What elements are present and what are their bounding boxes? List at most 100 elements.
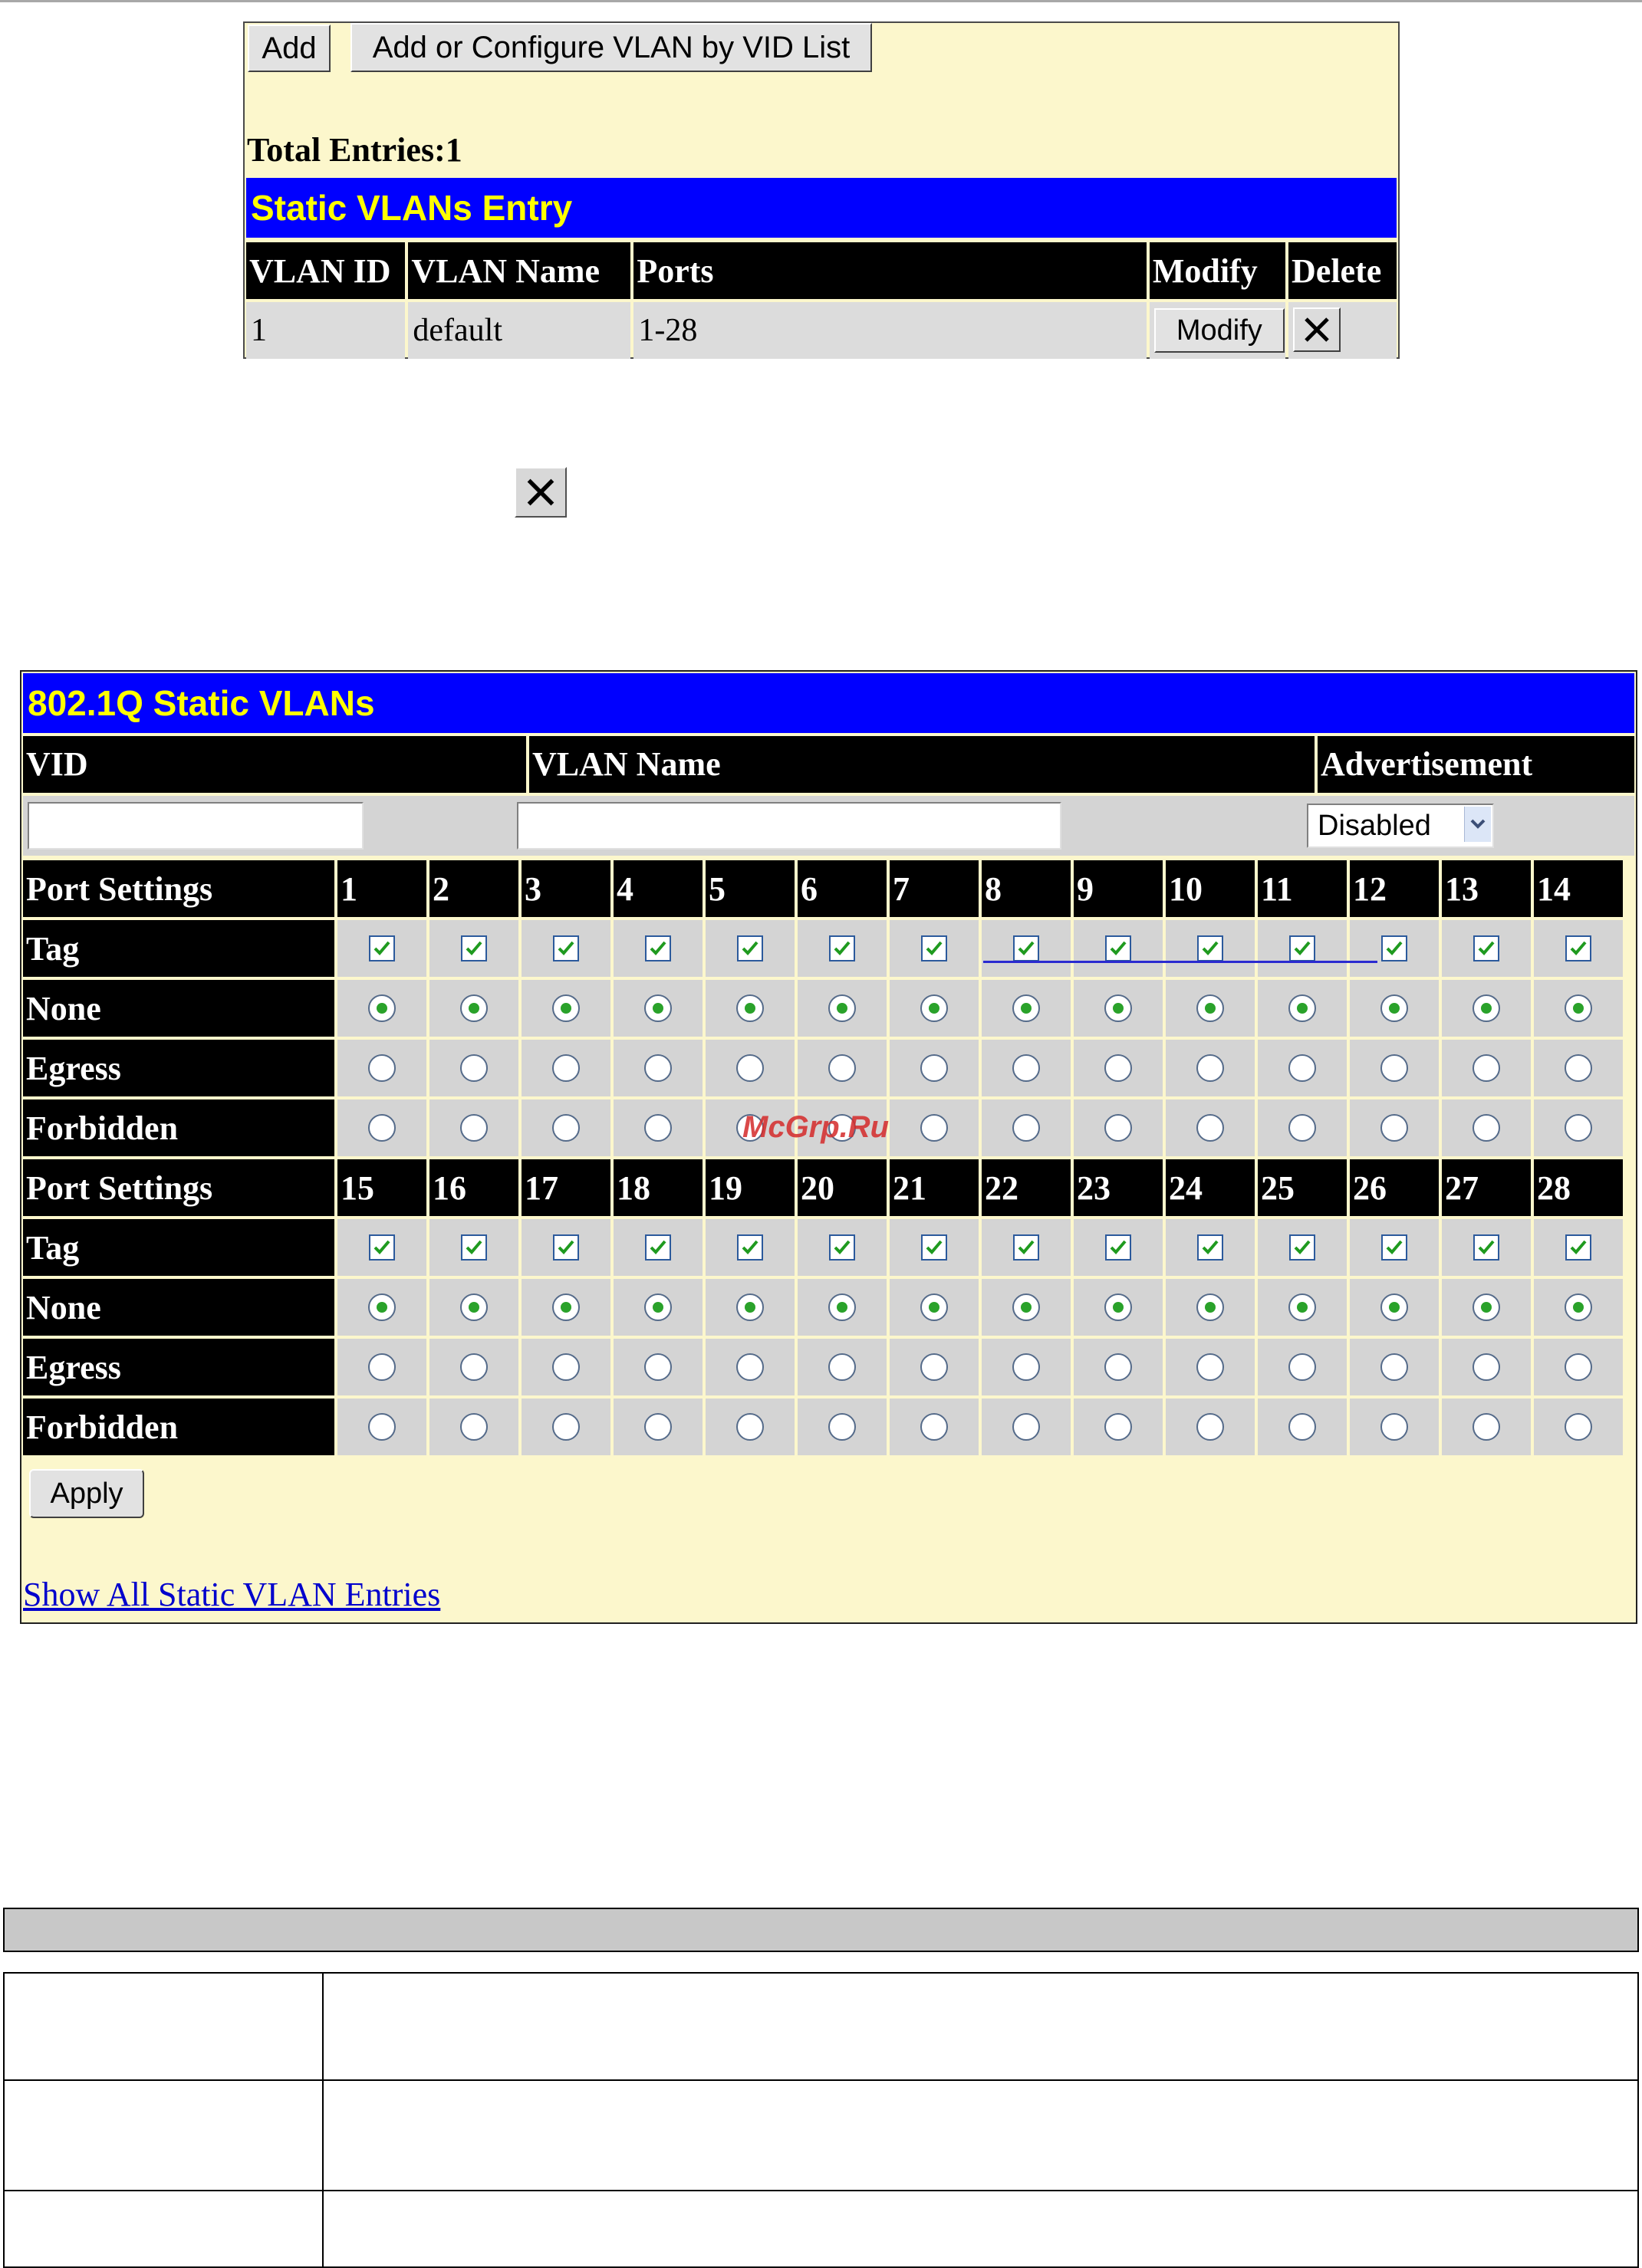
tag-checkbox[interactable] xyxy=(1013,935,1039,961)
chevron-down-icon[interactable] xyxy=(1464,807,1491,842)
egress-radio[interactable] xyxy=(460,1054,488,1082)
forbidden-radio[interactable] xyxy=(920,1114,948,1142)
egress-radio[interactable] xyxy=(828,1353,856,1381)
none-radio[interactable] xyxy=(828,1293,856,1321)
none-radio[interactable] xyxy=(920,994,948,1022)
none-radio[interactable] xyxy=(368,1293,396,1321)
none-radio[interactable] xyxy=(736,994,764,1022)
forbidden-radio[interactable] xyxy=(1104,1114,1132,1142)
none-radio[interactable] xyxy=(552,1293,580,1321)
forbidden-radio[interactable] xyxy=(644,1114,672,1142)
forbidden-radio[interactable] xyxy=(1565,1114,1592,1142)
forbidden-radio[interactable] xyxy=(920,1413,948,1441)
egress-radio[interactable] xyxy=(920,1353,948,1381)
forbidden-radio[interactable] xyxy=(828,1413,856,1441)
tag-checkbox[interactable] xyxy=(829,935,855,961)
none-radio[interactable] xyxy=(920,1293,948,1321)
egress-radio[interactable] xyxy=(920,1054,948,1082)
none-radio[interactable] xyxy=(1288,994,1316,1022)
egress-radio[interactable] xyxy=(1288,1353,1316,1381)
none-radio[interactable] xyxy=(1288,1293,1316,1321)
tag-checkbox[interactable] xyxy=(1105,1234,1131,1261)
forbidden-radio[interactable] xyxy=(1473,1413,1500,1441)
tag-checkbox[interactable] xyxy=(645,1234,671,1261)
none-radio[interactable] xyxy=(644,1293,672,1321)
forbidden-radio[interactable] xyxy=(368,1114,396,1142)
egress-radio[interactable] xyxy=(368,1054,396,1082)
vid-input[interactable] xyxy=(28,802,364,850)
forbidden-radio[interactable] xyxy=(1012,1114,1040,1142)
tag-checkbox[interactable] xyxy=(461,935,487,961)
tag-checkbox[interactable] xyxy=(1289,935,1315,961)
forbidden-radio[interactable] xyxy=(1473,1114,1500,1142)
forbidden-radio[interactable] xyxy=(1288,1413,1316,1441)
egress-radio[interactable] xyxy=(1012,1054,1040,1082)
forbidden-radio[interactable] xyxy=(1196,1114,1224,1142)
none-radio[interactable] xyxy=(460,1293,488,1321)
none-radio[interactable] xyxy=(644,994,672,1022)
tag-checkbox[interactable] xyxy=(645,935,671,961)
egress-radio[interactable] xyxy=(460,1353,488,1381)
egress-radio[interactable] xyxy=(1380,1054,1408,1082)
show-all-static-vlan-entries-link[interactable]: Show All Static VLAN Entries xyxy=(23,1575,440,1614)
none-radio[interactable] xyxy=(460,994,488,1022)
forbidden-radio[interactable] xyxy=(460,1413,488,1441)
tag-checkbox[interactable] xyxy=(1565,1234,1591,1261)
forbidden-radio[interactable] xyxy=(1380,1114,1408,1142)
egress-radio[interactable] xyxy=(1473,1353,1500,1381)
tag-checkbox[interactable] xyxy=(369,935,395,961)
none-radio[interactable] xyxy=(552,994,580,1022)
tag-checkbox[interactable] xyxy=(1013,1234,1039,1261)
egress-radio[interactable] xyxy=(1104,1054,1132,1082)
egress-radio[interactable] xyxy=(828,1054,856,1082)
egress-radio[interactable] xyxy=(1196,1353,1224,1381)
none-radio[interactable] xyxy=(368,994,396,1022)
egress-radio[interactable] xyxy=(1565,1353,1592,1381)
none-radio[interactable] xyxy=(1196,1293,1224,1321)
forbidden-radio[interactable] xyxy=(460,1114,488,1142)
forbidden-radio[interactable] xyxy=(1196,1413,1224,1441)
tag-checkbox[interactable] xyxy=(369,1234,395,1261)
none-radio[interactable] xyxy=(1104,994,1132,1022)
none-radio[interactable] xyxy=(1196,994,1224,1022)
egress-radio[interactable] xyxy=(1565,1054,1592,1082)
tag-checkbox[interactable] xyxy=(829,1234,855,1261)
none-radio[interactable] xyxy=(1012,994,1040,1022)
advertisement-select[interactable]: Disabled xyxy=(1307,804,1494,848)
none-radio[interactable] xyxy=(1565,994,1592,1022)
tag-checkbox[interactable] xyxy=(553,1234,579,1261)
egress-radio[interactable] xyxy=(736,1353,764,1381)
tag-checkbox[interactable] xyxy=(461,1234,487,1261)
tag-checkbox[interactable] xyxy=(1289,1234,1315,1261)
vlan-name-input[interactable] xyxy=(517,802,1061,850)
egress-radio[interactable] xyxy=(1380,1353,1408,1381)
egress-radio[interactable] xyxy=(644,1054,672,1082)
none-radio[interactable] xyxy=(1104,1293,1132,1321)
tag-checkbox[interactable] xyxy=(1473,935,1499,961)
tag-checkbox[interactable] xyxy=(921,1234,947,1261)
forbidden-radio[interactable] xyxy=(736,1413,764,1441)
none-radio[interactable] xyxy=(1380,994,1408,1022)
egress-radio[interactable] xyxy=(1473,1054,1500,1082)
tag-checkbox[interactable] xyxy=(1105,935,1131,961)
none-radio[interactable] xyxy=(1473,994,1500,1022)
delete-button[interactable] xyxy=(1293,307,1341,352)
modify-button[interactable]: Modify xyxy=(1153,308,1285,353)
egress-radio[interactable] xyxy=(644,1353,672,1381)
add-button[interactable]: Add xyxy=(248,25,331,72)
tag-checkbox[interactable] xyxy=(1197,1234,1223,1261)
forbidden-radio[interactable] xyxy=(1565,1413,1592,1441)
tag-checkbox[interactable] xyxy=(1473,1234,1499,1261)
none-radio[interactable] xyxy=(1473,1293,1500,1321)
forbidden-radio[interactable] xyxy=(1104,1413,1132,1441)
egress-radio[interactable] xyxy=(1012,1353,1040,1381)
egress-radio[interactable] xyxy=(368,1353,396,1381)
egress-radio[interactable] xyxy=(1196,1054,1224,1082)
egress-radio[interactable] xyxy=(552,1353,580,1381)
forbidden-radio[interactable] xyxy=(552,1413,580,1441)
forbidden-radio[interactable] xyxy=(1288,1114,1316,1142)
egress-radio[interactable] xyxy=(1288,1054,1316,1082)
tag-checkbox[interactable] xyxy=(1381,935,1407,961)
none-radio[interactable] xyxy=(1012,1293,1040,1321)
egress-radio[interactable] xyxy=(552,1054,580,1082)
